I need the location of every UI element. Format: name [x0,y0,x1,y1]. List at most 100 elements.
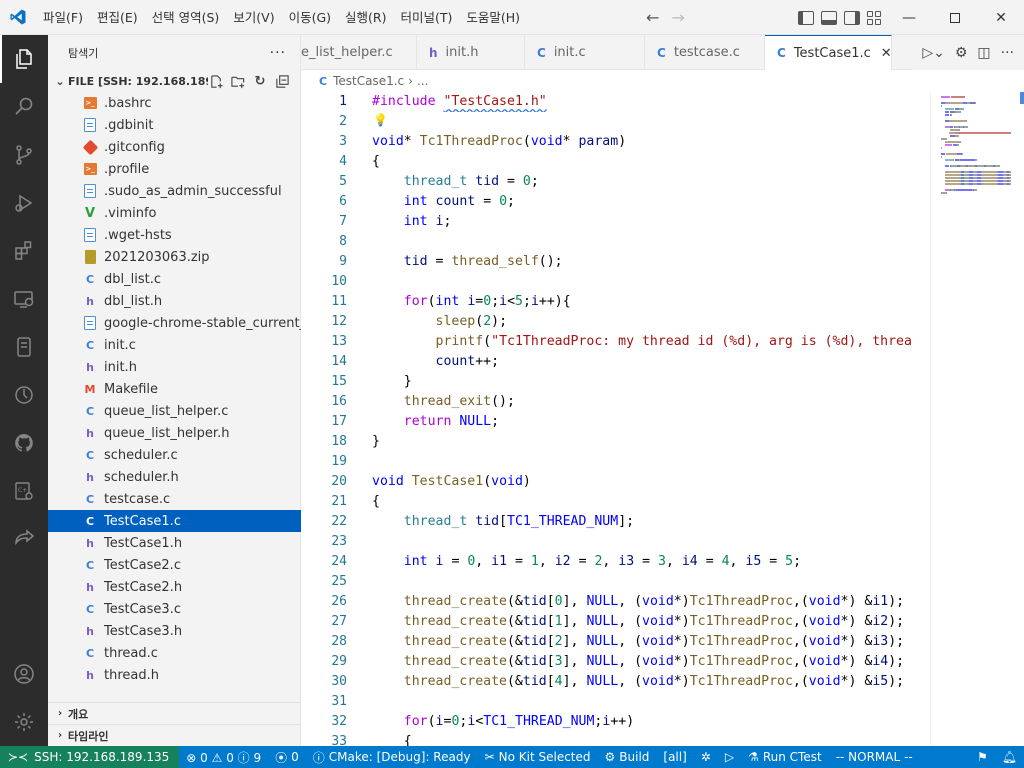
search-icon[interactable] [0,83,48,131]
file-tree-item[interactable]: Cdbl_list.c [48,268,301,290]
editor-tab[interactable]: Cinit.c [525,35,645,70]
extensions-icon[interactable] [0,227,48,275]
code-token: ++){ [538,294,571,309]
refresh-icon[interactable]: ↻ [252,73,268,89]
timeline-section[interactable]: › 타임라인 [48,724,301,746]
code-content[interactable]: #include "TestCase1.h" void* Tc1ThreadPro… [372,92,930,746]
file-tree-item[interactable]: Cscheduler.c [48,444,301,466]
run-ctest-button[interactable]: ⚗ Run CTest [741,746,829,768]
minimap-line [941,165,1011,167]
file-tree-item[interactable]: h TestCase3.h [48,620,301,642]
file-tree-item[interactable]: >_ .bashrc [48,92,301,114]
menu-item[interactable]: 이동(G) [282,0,338,35]
breadcrumb-rest[interactable]: ... [417,74,428,88]
problems-indicator[interactable]: ⊗ 0 ⚠ 0 ⓘ 9 [179,746,268,768]
file-tree-item[interactable]: h dbl_list.h [48,290,301,312]
more-actions-icon[interactable]: ··· [1001,45,1014,61]
split-editor-icon[interactable]: ◫ [977,45,990,61]
maximize-icon[interactable] [932,0,978,35]
minimap-segment [947,102,962,104]
editor-tab[interactable]: C TestCase1.c ✕ [765,35,892,70]
github-icon[interactable] [0,419,48,467]
code-editor[interactable]: 1 2 3 4 5 6 7 8 9 10 11 12 13 14 15 16 17 18 19 20 21 22 23 24 2… [301,92,930,746]
file-tree-item[interactable]: Cthread.c [48,642,301,664]
file-tree-item[interactable]: h TestCase1.h [48,532,301,554]
file-tree-item[interactable]: h init.h [48,356,301,378]
ports-indicator[interactable]: ⦿ 0 [268,746,306,768]
minimize-icon[interactable]: — [886,0,932,35]
cmake-status[interactable]: ⓘ CMake: [Debug]: Ready [306,746,478,768]
settings-gear-icon[interactable]: ⚙ [955,45,968,61]
debug-icon[interactable]: ✲ [694,746,718,768]
line-number: 33 [331,734,347,746]
file-tree-item[interactable]: M Makefile [48,378,301,400]
file-tree-item[interactable]: h queue_list_helper.h [48,422,301,444]
remote-indicator[interactable]: ≻≺ SSH: 192.168.189.135 [0,746,180,768]
new-folder-icon[interactable] [230,73,246,89]
code-token: Tc1ThreadProc [689,614,793,629]
launch-icon[interactable]: ▷ [718,746,741,768]
toggle-primary-sidebar-icon[interactable] [798,10,814,25]
menu-item[interactable]: 도움말(H) [459,0,527,35]
file-tree-item[interactable]: Ctestcase.c [48,488,301,510]
file-tree-item[interactable]: google-chrome-stable_current_a... [48,312,301,334]
file-tree-item[interactable]: C TestCase3.c [48,598,301,620]
editor-tab[interactable]: e_list_helper.c [301,35,417,70]
collapse-all-icon[interactable] [274,73,290,89]
notifications-bell-icon[interactable]: 🔔︎ [995,746,1024,768]
file-tree-item[interactable]: C TestCase1.c [48,510,301,532]
file-tree-item[interactable]: .gitconfig [48,136,301,158]
new-file-icon[interactable] [208,73,224,89]
file-tree-item[interactable]: Cqueue_list_helper.c [48,400,301,422]
build-target[interactable]: [all] [656,746,693,768]
minimap[interactable] [930,92,1024,746]
scrollbar-thumb[interactable] [1020,92,1024,104]
file-tree-item[interactable]: h thread.h [48,664,301,686]
menu-item[interactable]: 파일(F) [36,0,90,35]
file-tree-item[interactable]: h scheduler.h [48,466,301,488]
c-file-icon: C [657,45,666,60]
file-tree-item[interactable]: h TestCase2.h [48,576,301,598]
file-tree-item[interactable]: .sudo_as_admin_successful [48,180,301,202]
build-button[interactable]: ⚙ Build [598,746,657,768]
outline-section[interactable]: › 개요 [48,702,301,724]
kit-selector[interactable]: ✂ No Kit Selected [478,746,598,768]
source-control-icon[interactable] [0,131,48,179]
forward-arrow-icon[interactable]: → [671,8,684,27]
menu-item[interactable]: 터미널(T) [394,0,460,35]
remote-explorer-icon[interactable] [0,275,48,323]
menu-item[interactable]: 편집(E) [90,0,145,35]
file-tree-item[interactable]: >_ .profile [48,158,301,180]
timeline-icon[interactable] [0,371,48,419]
editor-tab[interactable]: Ctestcase.c [645,35,765,70]
file-tree-item[interactable]: .wget-hsts [48,224,301,246]
accounts-icon[interactable] [0,650,48,698]
customize-layout-icon[interactable] [867,10,883,25]
testing-icon[interactable] [0,323,48,371]
manage-gear-icon[interactable] [0,698,48,746]
file-tree-item[interactable]: C TestCase2.c [48,554,301,576]
close-window-icon[interactable]: ✕ [978,0,1024,35]
run-code-icon[interactable]: ▷⌄ [922,45,945,61]
file-tree-item[interactable]: 2021203063.zip [48,246,301,268]
folder-header[interactable]: ⌄ FILE [SSH: 192.168.189.1... ↻ [48,70,300,92]
cmake-icon[interactable]: C+ [0,467,48,515]
file-tree-item[interactable]: .gdbinit [48,114,301,136]
explorer-icon[interactable] [0,35,48,83]
toggle-panel-icon[interactable] [821,10,837,25]
editor-tab[interactable]: h init.h [417,35,525,70]
breadcrumb-file[interactable]: TestCase1.c [333,74,404,88]
run-debug-icon[interactable] [0,179,48,227]
feedback-icon[interactable]: ⚑ [970,746,995,768]
back-arrow-icon[interactable]: ← [646,8,659,27]
menu-item[interactable]: 보기(V) [226,0,281,35]
toggle-secondary-sidebar-icon[interactable] [844,10,860,25]
file-tree-item[interactable]: V .viminfo [48,202,301,224]
menu-item[interactable]: 선택 영역(S) [145,0,227,35]
live-share-icon[interactable] [0,515,48,563]
file-tree-item[interactable]: Cinit.c [48,334,301,356]
menu-item[interactable]: 실행(R) [338,0,393,35]
close-tab-icon[interactable]: ✕ [881,46,891,61]
more-actions-icon[interactable]: ··· [270,45,286,61]
